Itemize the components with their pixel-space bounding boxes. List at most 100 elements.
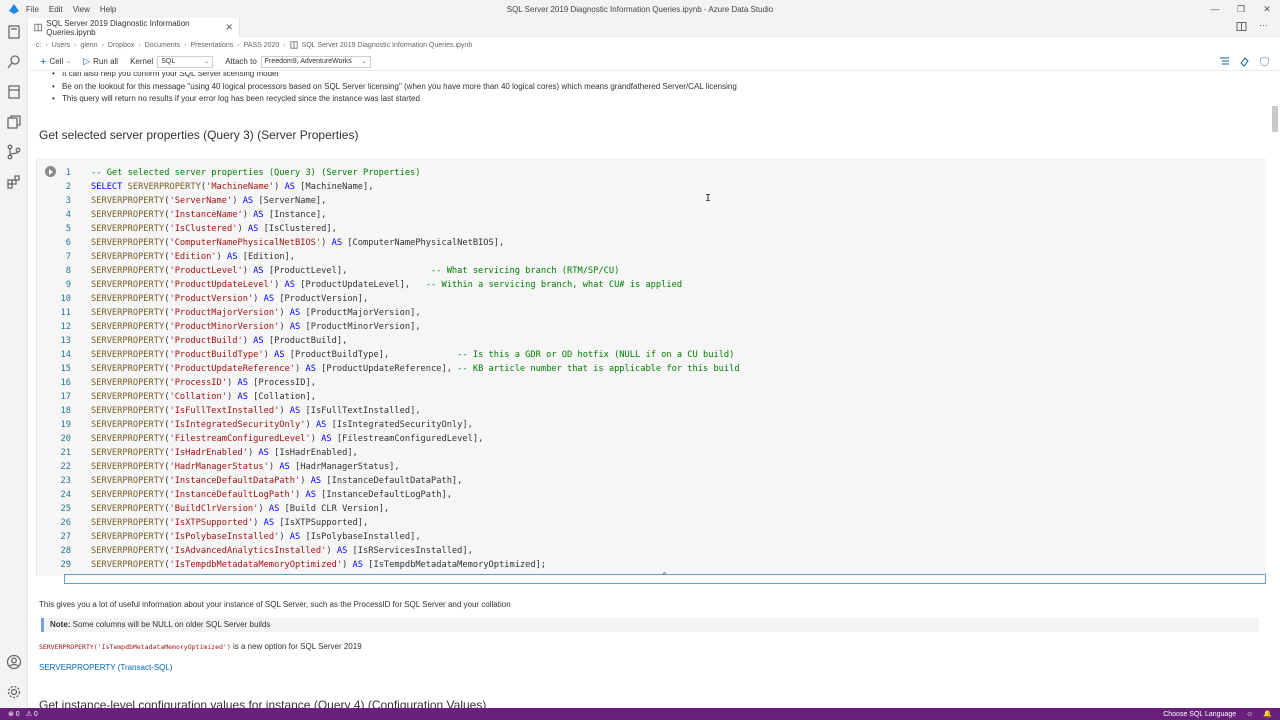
code-cell[interactable]: 1 -- Get selected server properties (Quer…	[36, 158, 1266, 576]
feedback-icon[interactable]: ☺	[1246, 711, 1253, 718]
chevron-up-icon[interactable]: ⌃	[661, 571, 668, 580]
menu-edit[interactable]: Edit	[49, 5, 63, 14]
code-token: AS	[289, 308, 301, 318]
line-number: 21	[60, 448, 71, 458]
code-line[interactable]: 6 SERVERPROPERTY('ComputerNamePhysicalNet…	[37, 236, 740, 250]
code-line[interactable]: 10 SERVERPROPERTY('ProductVersion') AS [P…	[37, 292, 740, 306]
errors-count[interactable]: ⊗ 0	[8, 710, 20, 718]
breadcrumb-item[interactable]: Dropbox	[108, 42, 134, 49]
line-number: 14	[60, 350, 71, 360]
code-line[interactable]: 3 SERVERPROPERTY('ServerName') AS [Server…	[37, 194, 740, 208]
code-text: SERVERPROPERTY('IsClustered') AS [IsClus…	[91, 222, 337, 236]
extensions-icon[interactable]	[6, 174, 22, 190]
attach-to-select[interactable]: Freedom9, AdventureWorks ⌄	[260, 55, 371, 68]
trusted-shield-icon[interactable]	[1259, 56, 1270, 67]
status-bar: ⊗ 0 ⚠ 0 Choose SQL Language ☺ 🔔	[0, 708, 1280, 720]
chevron-down-icon: ⌄	[204, 59, 210, 65]
code-line[interactable]: 25 SERVERPROPERTY('BuildClrVersion') AS […	[37, 502, 740, 516]
menu-help[interactable]: Help	[100, 5, 116, 14]
cell-output-toggle[interactable]: ⌃	[64, 571, 1266, 584]
close-tab-icon[interactable]: ✕	[225, 22, 233, 33]
code-token: )	[279, 308, 290, 318]
restore-icon[interactable]: ❐	[1228, 0, 1254, 18]
split-editor-icon[interactable]	[1236, 21, 1247, 32]
code-line[interactable]: 22 SERVERPROPERTY('HadrManagerStatus') AS…	[37, 460, 740, 474]
code-token: [Collation],	[247, 392, 316, 402]
warnings-count[interactable]: ⚠ 0	[26, 710, 38, 718]
code-line[interactable]: 2 SELECT SERVERPROPERTY('MachineName') AS…	[37, 180, 740, 194]
code-text: SERVERPROPERTY('HadrManagerStatus') AS […	[91, 460, 400, 474]
kernel-select[interactable]: SQL ⌄	[157, 55, 214, 68]
code-token: )	[227, 392, 238, 402]
code-line[interactable]: 14 SERVERPROPERTY('ProductBuildType') AS …	[37, 348, 740, 362]
code-line[interactable]: 1 -- Get selected server properties (Quer…	[37, 166, 740, 180]
minimize-icon[interactable]: —	[1202, 0, 1228, 18]
settings-gear-icon[interactable]	[6, 684, 22, 700]
account-icon[interactable]	[6, 654, 22, 670]
more-actions-icon[interactable]: ···	[1259, 21, 1270, 32]
menu-file[interactable]: File	[26, 5, 39, 14]
tab-notebook[interactable]: SQL Server 2019 Diagnostic Information Q…	[28, 18, 240, 37]
code-token: AS	[279, 462, 290, 472]
code-token: 'IsPolybaseInstalled'	[169, 532, 280, 542]
outline-icon[interactable]	[1219, 56, 1230, 67]
code-line[interactable]: 24 SERVERPROPERTY('InstanceDefaultLogPath…	[37, 488, 740, 502]
code-token: )	[279, 322, 290, 332]
code-line[interactable]: 23 SERVERPROPERTY('InstanceDefaultDataPat…	[37, 474, 740, 488]
line-number: 23	[60, 476, 71, 486]
code-token: AS	[227, 252, 238, 262]
menu-view[interactable]: View	[73, 5, 90, 14]
search-icon[interactable]	[6, 54, 22, 70]
code-line[interactable]: 20 SERVERPROPERTY('FilestreamConfiguredLe…	[37, 432, 740, 446]
code-line[interactable]: 9 SERVERPROPERTY('ProductUpdateLevel') AS…	[37, 278, 740, 292]
code-line[interactable]: 7 SERVERPROPERTY('Edition') AS [Edition],	[37, 250, 740, 264]
breadcrumb-item[interactable]: c:	[36, 42, 41, 49]
code-text: SERVERPROPERTY('ProductMinorVersion') AS…	[91, 320, 421, 334]
clear-results-icon[interactable]	[1239, 56, 1250, 67]
source-control-icon[interactable]	[6, 144, 22, 160]
code-line[interactable]: 11 SERVERPROPERTY('ProductMajorVersion') …	[37, 306, 740, 320]
code-line[interactable]: 21 SERVERPROPERTY('IsHadrEnabled') AS [Is…	[37, 446, 740, 460]
breadcrumb-item[interactable]: Documents	[145, 42, 180, 49]
language-mode[interactable]: Choose SQL Language	[1163, 711, 1236, 718]
code-token: AS	[237, 392, 248, 402]
code-line[interactable]: 8 SERVERPROPERTY('ProductLevel') AS [Prod…	[37, 264, 740, 278]
notifications-bell-icon[interactable]: 🔔	[1263, 710, 1272, 718]
breadcrumb-item[interactable]: Presentations	[190, 42, 233, 49]
code-line[interactable]: 17 SERVERPROPERTY('Collation') AS [Collat…	[37, 390, 740, 404]
line-number: 16	[60, 378, 71, 388]
code-token: 'ProductVersion'	[169, 294, 254, 304]
code-text: -- Get selected server properties (Query…	[91, 166, 421, 180]
breadcrumb-item[interactable]: Users	[52, 42, 70, 49]
code-line[interactable]: 27 SERVERPROPERTY('IsPolybaseInstalled') …	[37, 530, 740, 544]
code-line[interactable]: 4 SERVERPROPERTY('InstanceName') AS [Inst…	[37, 208, 740, 222]
code-token: SERVERPROPERTY	[91, 392, 165, 402]
code-line[interactable]: 12 SERVERPROPERTY('ProductMinorVersion') …	[37, 320, 740, 334]
close-window-icon[interactable]: ✕	[1254, 0, 1280, 18]
run-all-button[interactable]: ▷ Run all	[83, 56, 118, 67]
chevron-down-icon: ⌄	[361, 59, 367, 65]
vertical-scrollbar[interactable]	[1270, 72, 1280, 708]
code-line[interactable]: 29 SERVERPROPERTY('IsTempdbMetadataMemory…	[37, 558, 740, 572]
doc-link[interactable]: SERVERPROPERTY (Transact-SQL)	[39, 663, 173, 672]
scrollbar-thumb[interactable]	[1272, 106, 1278, 132]
add-cell-button[interactable]: + Cell ⌄	[28, 56, 71, 68]
breadcrumb-item[interactable]: glenn	[80, 42, 97, 49]
code-line[interactable]: 5 SERVERPROPERTY('IsClustered') AS [IsClu…	[37, 222, 740, 236]
code-editor[interactable]: 1 -- Get selected server properties (Quer…	[37, 166, 740, 572]
code-line[interactable]: 16 SERVERPROPERTY('ProcessID') AS [Proces…	[37, 376, 740, 390]
code-token: )	[247, 448, 259, 458]
explorer-icon[interactable]	[6, 114, 22, 130]
attach-to-label: Attach to	[225, 57, 257, 66]
code-token: AS	[289, 322, 301, 332]
code-line[interactable]: 19 SERVERPROPERTY('IsIntegratedSecurityOn…	[37, 418, 740, 432]
notebooks-icon[interactable]	[6, 84, 22, 100]
breadcrumb-item[interactable]: PASS 2020	[244, 42, 280, 49]
code-line[interactable]: 28 SERVERPROPERTY('IsAdvancedAnalyticsIns…	[37, 544, 740, 558]
servers-icon[interactable]	[6, 24, 22, 40]
breadcrumb-file[interactable]: SQL Server 2019 Diagnostic Information Q…	[302, 42, 473, 49]
code-line[interactable]: 26 SERVERPROPERTY('IsXTPSupported') AS [I…	[37, 516, 740, 530]
code-line[interactable]: 18 SERVERPROPERTY('IsFullTextInstalled') …	[37, 404, 740, 418]
code-line[interactable]: 13 SERVERPROPERTY('ProductBuild') AS [Pro…	[37, 334, 740, 348]
code-line[interactable]: 15 SERVERPROPERTY('ProductUpdateReference…	[37, 362, 740, 376]
